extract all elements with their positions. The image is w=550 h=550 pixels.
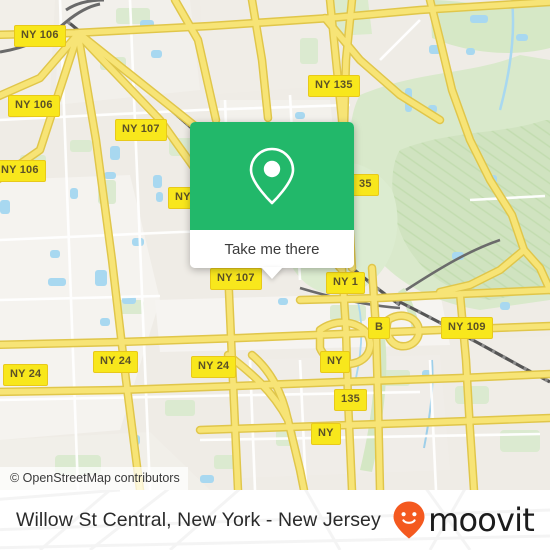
road-shield: NY 24 — [3, 364, 49, 386]
osm-attribution[interactable]: © OpenStreetMap contributors — [0, 467, 188, 490]
moovit-wordmark: moovit — [428, 501, 535, 539]
road-shield: B — [368, 317, 391, 339]
map-pin-icon — [249, 147, 295, 205]
road-shield: NY 24 — [93, 351, 139, 373]
map-canvas[interactable]: NY 106 NY 106 NY 106 NY 107 NY 135 NY 35… — [0, 0, 550, 490]
road-shield: 135 — [334, 389, 367, 411]
footer-bar: Willow St Central, New York - New Jersey… — [0, 490, 550, 550]
take-me-there-label: Take me there — [224, 240, 320, 258]
road-shield: 35 — [352, 174, 379, 196]
road-shield: NY 1 — [326, 272, 366, 294]
moovit-smiley-pin-icon — [393, 501, 425, 539]
road-shield: NY 107 — [115, 119, 167, 141]
road-shield: NY 135 — [308, 75, 360, 97]
moovit-logo[interactable]: moovit — [392, 500, 535, 540]
road-shield: NY — [320, 351, 350, 373]
page-title: Willow St Central, New York - New Jersey — [16, 508, 381, 531]
road-shield: NY 24 — [191, 356, 237, 378]
road-shield: NY 107 — [210, 268, 262, 290]
road-shield: NY 106 — [14, 25, 66, 47]
road-shield: NY — [311, 423, 341, 445]
popup-pointer-tail — [261, 267, 283, 279]
take-me-there-button[interactable]: Take me there — [190, 230, 354, 279]
road-shield: NY 109 — [441, 317, 493, 339]
popup-icon-area — [190, 122, 354, 230]
road-shield: NY 106 — [8, 95, 60, 117]
moovit-map-screenshot: NY 106 NY 106 NY 106 NY 107 NY 135 NY 35… — [0, 0, 550, 550]
road-shield: NY 106 — [0, 160, 46, 182]
location-popup-card[interactable]: Take me there — [190, 122, 354, 279]
